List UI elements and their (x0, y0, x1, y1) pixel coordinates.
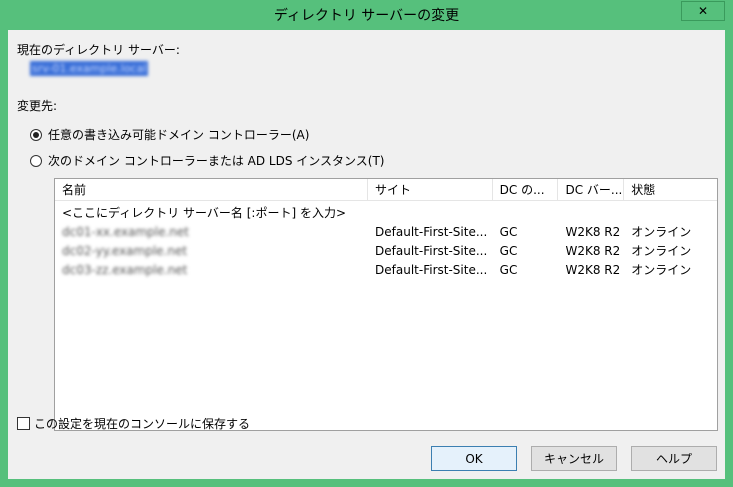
row-site: Default-First-Site... (375, 263, 488, 277)
row-site: Default-First-Site... (375, 244, 488, 258)
close-icon: ✕ (697, 4, 709, 18)
row-dc-type: GC (499, 263, 518, 277)
window-title: ディレクトリ サーバーの変更 (273, 8, 460, 24)
radio-checked-icon (30, 128, 42, 141)
row-status: オンライン (631, 263, 692, 277)
list-placeholder-row[interactable]: <ここにディレクトリ サーバー名 [:ポート] を入力> (55, 204, 717, 223)
table-row[interactable]: dc01-xx.example.net Default-First-Site..… (55, 223, 717, 242)
checkbox-unchecked-icon (17, 417, 30, 430)
row-status: オンライン (631, 225, 692, 239)
row-dc-version: W2K8 R2 (565, 263, 621, 277)
row-status: オンライン (631, 244, 692, 258)
column-header-dc-type[interactable]: DC の... (493, 179, 559, 200)
table-row[interactable]: dc02-yy.example.net Default-First-Site..… (55, 242, 717, 261)
help-button[interactable]: ヘルプ (631, 446, 717, 471)
row-dc-type: GC (499, 225, 518, 239)
radio-specific-dc[interactable]: 次のドメイン コントローラーまたは AD LDS インスタンス(T) (30, 152, 384, 169)
row-name: dc03-zz.example.net (62, 263, 188, 277)
row-site: Default-First-Site... (375, 225, 488, 239)
radio-specific-dc-label: 次のドメイン コントローラーまたは AD LDS インスタンス(T) (48, 154, 385, 168)
save-setting-checkbox[interactable]: この設定を現在のコンソールに保存する (17, 415, 250, 432)
table-row[interactable]: dc03-zz.example.net Default-First-Site..… (55, 261, 717, 280)
radio-any-writable-dc-label: 任意の書き込み可能ドメイン コントローラー(A) (48, 128, 310, 142)
change-to-label: 変更先: (17, 99, 58, 113)
row-name: dc02-yy.example.net (62, 244, 188, 258)
ok-button[interactable]: OK (431, 446, 517, 471)
cancel-button[interactable]: キャンセル (531, 446, 617, 471)
column-header-site[interactable]: サイト (368, 179, 493, 200)
current-server-value: srv-01.example.local (30, 61, 149, 76)
radio-any-writable-dc[interactable]: 任意の書き込み可能ドメイン コントローラー(A) (30, 126, 309, 143)
column-header-status[interactable]: 状態 (624, 179, 717, 200)
radio-unchecked-icon (30, 154, 42, 167)
dialog-body: 現在のディレクトリ サーバー: srv-01.example.local 変更先… (8, 30, 725, 479)
server-list[interactable]: 名前 サイト DC の... DC バー... 状態 <ここにディレクトリ サー… (54, 178, 718, 431)
row-dc-type: GC (499, 244, 518, 258)
row-dc-version: W2K8 R2 (565, 225, 621, 239)
save-setting-label: この設定を現在のコンソールに保存する (34, 417, 251, 431)
list-header: 名前 サイト DC の... DC バー... 状態 (55, 179, 717, 201)
column-header-dc-version[interactable]: DC バー... (558, 179, 625, 200)
column-header-name[interactable]: 名前 (55, 179, 369, 200)
current-server-label: 現在のディレクトリ サーバー: (17, 43, 180, 57)
placeholder-cell: <ここにディレクトリ サーバー名 [:ポート] を入力> (62, 206, 347, 220)
row-name: dc01-xx.example.net (62, 225, 189, 239)
row-dc-version: W2K8 R2 (565, 244, 621, 258)
close-button[interactable]: ✕ (681, 1, 725, 21)
title-bar: ディレクトリ サーバーの変更 ✕ (0, 0, 733, 30)
